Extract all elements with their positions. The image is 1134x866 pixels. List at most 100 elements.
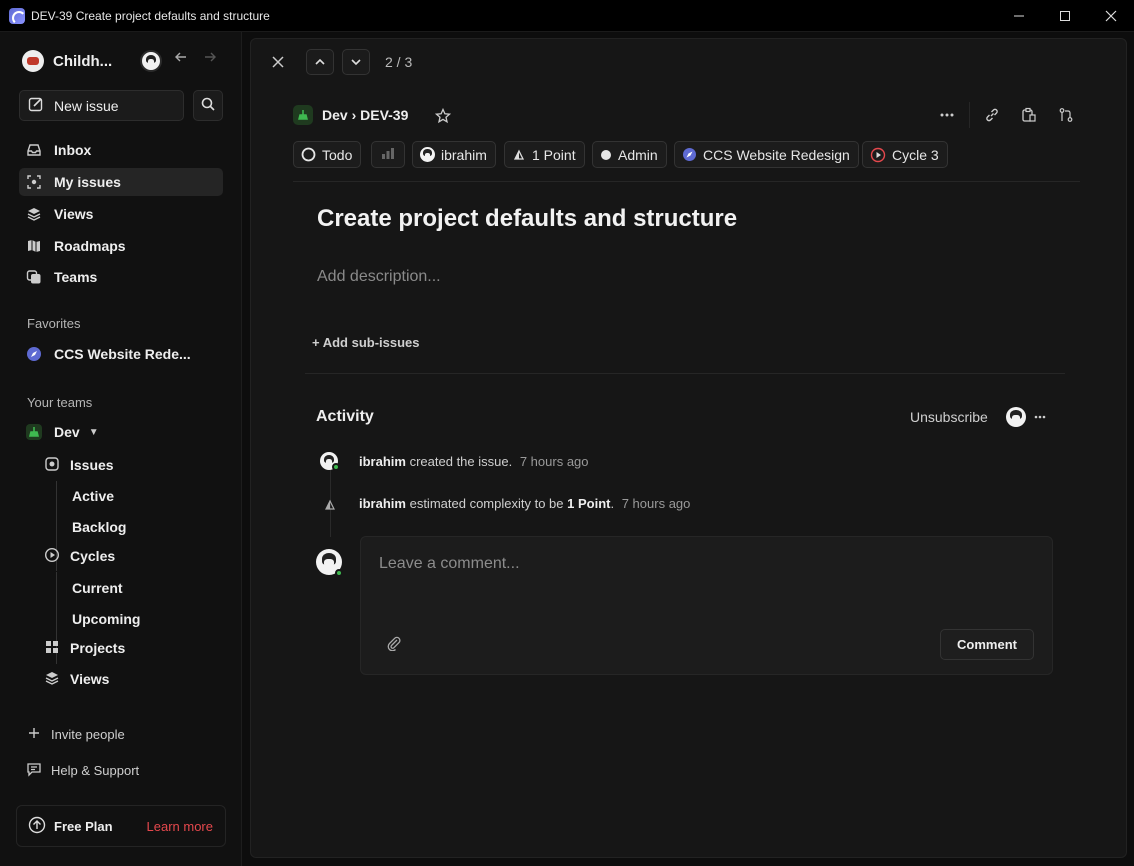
close-window-icon[interactable] [1088,0,1134,32]
new-issue-button[interactable]: New issue [19,90,184,121]
cycle-icon [870,147,886,163]
team-issues-active[interactable]: Active [72,488,114,504]
issue-counter: 2 / 3 [385,54,413,70]
invite-people-link[interactable]: Invite people [26,725,125,744]
sidebar-item-inbox[interactable]: Inbox [19,136,223,164]
comment-input[interactable]: Leave a comment... [379,555,520,573]
activity-punct: . [610,496,615,511]
search-button[interactable] [193,90,223,121]
search-icon [201,97,215,114]
new-issue-label: New issue [54,97,119,114]
sidebar-item-my-issues[interactable]: My issues [19,168,223,196]
sidebar-item-label: Inbox [54,142,92,158]
activity-text: created the issue. [409,454,513,469]
unsubscribe-button[interactable]: Unsubscribe [910,409,988,425]
priority-pill[interactable] [371,141,405,168]
projects-grid-icon [44,639,60,658]
online-indicator [332,463,340,471]
previous-issue-button[interactable] [306,49,334,75]
project-pill[interactable]: CCS Website Redesign [674,141,859,168]
assignee-avatar [420,147,435,162]
header-divider [293,181,1080,182]
chat-icon [26,761,42,780]
more-options-icon[interactable] [935,103,959,127]
activity-divider [305,373,1065,374]
activity-user[interactable]: ibrahim [359,496,406,511]
git-branch-icon[interactable] [1054,103,1078,127]
free-plan-banner: Free Plan Learn more [16,805,226,847]
sidebar-item-label: My issues [54,174,121,190]
sidebar-item-teams[interactable]: Teams [19,263,223,291]
team-cycles[interactable]: Cycles [44,543,115,569]
upgrade-arrow-icon [28,816,46,837]
map-icon [25,237,43,255]
linear-app-icon [9,7,26,25]
next-issue-button[interactable] [342,49,370,75]
breadcrumb[interactable]: Dev › DEV-39 [293,105,408,125]
forward-arrow-icon[interactable] [203,50,217,69]
activity-time: 7 hours ago [519,454,589,469]
paperclip-icon[interactable] [386,635,402,654]
status-todo-icon [301,147,316,162]
team-views-label: Views [70,671,110,687]
minimize-icon[interactable] [996,0,1042,32]
workspace-logo-icon [22,50,44,72]
compose-icon [28,96,44,115]
priority-bars-icon [380,146,396,163]
assignee-pill[interactable]: ibrahim [412,141,496,168]
favorite-label: CCS Website Rede... [54,346,191,362]
my-issues-icon [25,173,43,191]
learn-more-link[interactable]: Learn more [147,819,213,834]
team-cycles-upcoming[interactable]: Upcoming [72,611,140,627]
sidebar-item-roadmaps[interactable]: Roadmaps [19,232,223,260]
add-sub-issues-button[interactable]: + Add sub-issues [312,335,420,350]
help-support-label: Help & Support [51,763,140,778]
close-issue-button[interactable] [264,49,292,75]
team-issues[interactable]: Issues [44,452,114,478]
sidebar: Childh... New issue Inbox My issues View… [0,32,242,866]
issue-title[interactable]: Create project defaults and structure [317,205,737,233]
label-pill[interactable]: Admin [592,141,667,168]
cycle-pill[interactable]: Cycle 3 [862,141,948,168]
online-indicator [335,569,343,577]
workspace-name: Childh... [53,52,113,70]
team-dev[interactable]: Dev ▼ [19,418,119,446]
description-input[interactable]: Add description... [317,268,441,286]
activity-item: ibrahim created the issue. 7 hours ago [359,454,589,469]
favorite-ccs-website-redesign[interactable]: CCS Website Rede... [19,340,223,368]
copy-link-icon[interactable] [980,103,1004,127]
sidebar-item-views[interactable]: Views [19,200,223,228]
sidebar-item-label: Teams [54,269,98,285]
sidebar-item-label: Views [54,206,94,222]
team-views[interactable]: Views [44,666,109,692]
activity-user[interactable]: ibrahim [359,454,406,469]
activity-heading: Activity [316,408,374,425]
team-dev-icon [293,105,313,125]
comment-button[interactable]: Comment [940,629,1034,660]
workspace-switcher[interactable]: Childh... [22,50,112,72]
cycle-label: Cycle 3 [892,146,939,163]
estimate-pill[interactable]: 1 Point [504,141,585,168]
back-arrow-icon[interactable] [174,50,188,69]
comment-box[interactable]: Leave a comment... Comment [360,536,1053,675]
estimate-label: 1 Point [532,146,576,163]
maximize-icon[interactable] [1042,0,1088,32]
star-icon[interactable] [431,104,455,128]
activity-text: estimated complexity to be [409,496,564,511]
status-pill[interactable]: Todo [293,141,362,168]
your-teams-heading: Your teams [27,395,93,410]
layers-icon [25,205,43,223]
user-avatar[interactable] [140,50,162,72]
help-support-link[interactable]: Help & Support [26,761,139,780]
team-projects-label: Projects [70,640,126,656]
team-issues-backlog[interactable]: Backlog [72,519,126,535]
caret-down-icon: ▼ [88,426,99,438]
breadcrumb-text: Dev › DEV-39 [322,107,409,123]
issue-panel: 2 / 3 Dev › DEV-39 Todo ibrahim 1 Point … [250,38,1127,858]
activity-more-icon[interactable] [1028,405,1052,429]
team-cycles-current[interactable]: Current [72,580,123,596]
team-projects[interactable]: Projects [44,635,125,661]
copy-id-icon[interactable] [1017,103,1041,127]
subscriber-avatar[interactable] [1006,407,1026,427]
free-plan-label: Free Plan [54,818,113,834]
